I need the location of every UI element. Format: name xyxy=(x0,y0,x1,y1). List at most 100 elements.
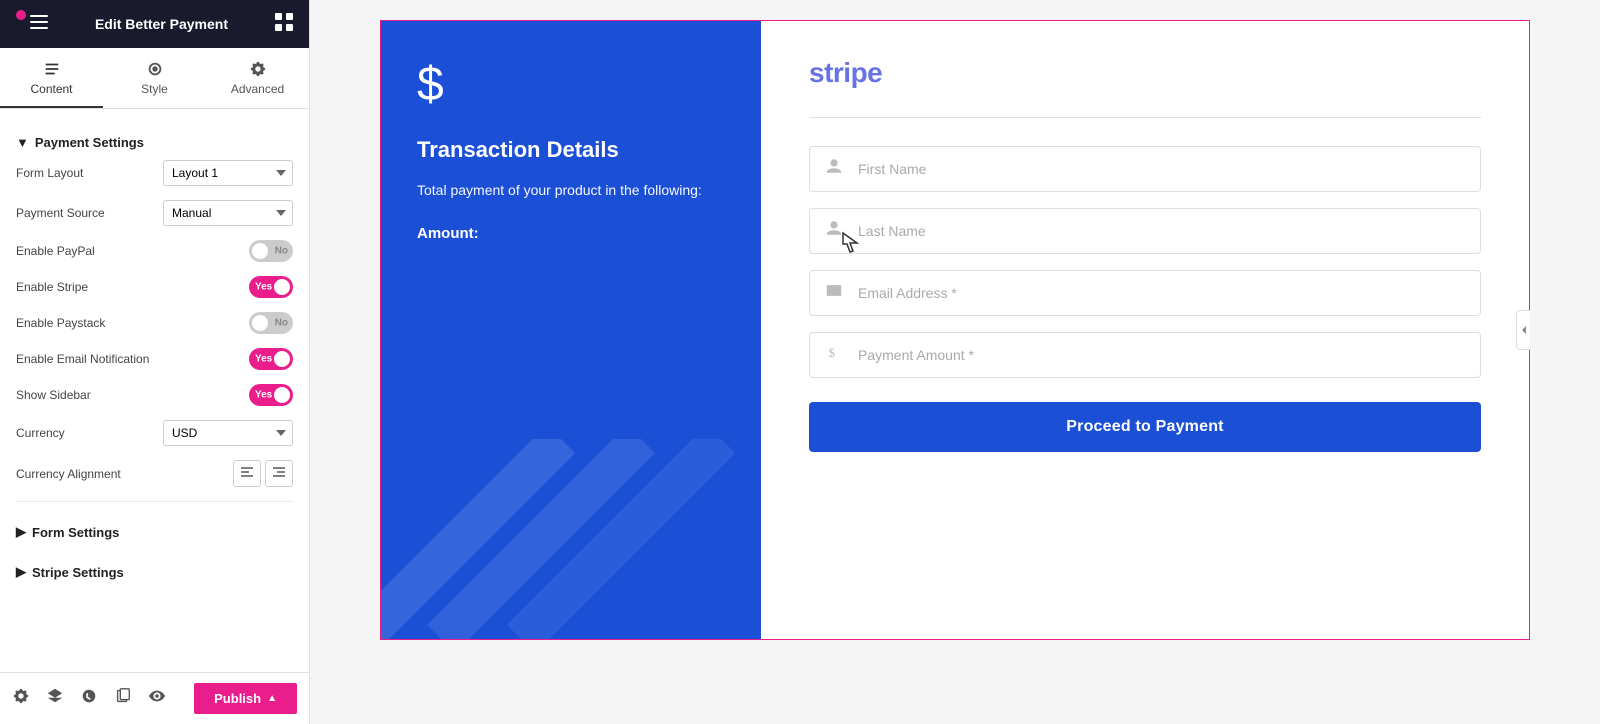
paystack-no-label: No xyxy=(275,318,288,329)
blue-panel: $ Transaction Details Total payment of y… xyxy=(381,21,761,639)
tab-advanced-label: Advanced xyxy=(231,82,284,96)
form-settings-label: Form Settings xyxy=(32,525,119,540)
email-field xyxy=(809,270,1481,316)
tab-style[interactable]: Style xyxy=(103,48,206,108)
stripe-yes-label: Yes xyxy=(255,282,272,293)
show-sidebar-label: Show Sidebar xyxy=(16,388,91,402)
user-icon-last xyxy=(825,220,843,243)
tab-advanced[interactable]: Advanced xyxy=(206,48,309,108)
form-settings-section: ▶ Form Settings xyxy=(16,514,293,550)
email-input[interactable] xyxy=(809,270,1481,316)
status-dot xyxy=(16,10,26,20)
sidebar-content-area: ▼ Payment Settings Form Layout Layout 1 … xyxy=(0,109,309,672)
form-layout-label: Form Layout xyxy=(16,166,83,180)
paypal-no-label: No xyxy=(275,246,288,257)
user-icon-first xyxy=(825,158,843,181)
payment-source-row: Payment Source Manual Auto xyxy=(16,200,293,226)
main-preview-area: $ Transaction Details Total payment of y… xyxy=(310,0,1600,724)
enable-paypal-row: Enable PayPal No xyxy=(16,240,293,262)
paystack-track[interactable]: No xyxy=(249,312,293,334)
amount-label: Amount: xyxy=(417,225,725,242)
align-left-icon xyxy=(240,465,254,479)
sidebar-tabs: Content Style Advanced xyxy=(0,48,309,109)
publish-label: Publish xyxy=(214,691,261,706)
stripe-divider xyxy=(809,117,1481,118)
enable-email-notification-toggle[interactable]: Yes xyxy=(249,348,293,370)
first-name-input[interactable] xyxy=(809,146,1481,192)
sidebar-header: Edit Better Payment xyxy=(0,0,309,48)
show-sidebar-track[interactable]: Yes xyxy=(249,384,293,406)
form-settings-header[interactable]: ▶ Form Settings xyxy=(16,514,293,550)
svg-text:$: $ xyxy=(829,346,835,360)
currency-alignment-row: Currency Alignment xyxy=(16,460,293,487)
enable-email-notification-label: Enable Email Notification xyxy=(16,352,149,366)
tab-style-label: Style xyxy=(141,82,168,96)
history-bottom-icon[interactable] xyxy=(80,687,98,710)
enable-stripe-toggle[interactable]: Yes xyxy=(249,276,293,298)
payment-settings-section: ▼ Payment Settings Form Layout Layout 1 … xyxy=(16,125,293,487)
payment-settings-header[interactable]: ▼ Payment Settings xyxy=(16,125,293,160)
show-sidebar-yes-label: Yes xyxy=(255,390,272,401)
dollar-icon: $ xyxy=(417,61,725,109)
show-sidebar-toggle[interactable]: Yes xyxy=(249,384,293,406)
enable-paystack-toggle[interactable]: No xyxy=(249,312,293,334)
enable-paypal-label: Enable PayPal xyxy=(16,244,95,258)
currency-alignment-label: Currency Alignment xyxy=(16,467,121,481)
payment-amount-field: $ xyxy=(809,332,1481,378)
stripe-settings-section: ▶ Stripe Settings xyxy=(16,554,293,590)
transaction-title: Transaction Details xyxy=(417,137,725,163)
tab-content[interactable]: Content xyxy=(0,48,103,108)
currency-row: Currency USD EUR GBP xyxy=(16,420,293,446)
stripe-logo: stripe xyxy=(809,57,1481,89)
payment-amount-input[interactable] xyxy=(809,332,1481,378)
sidebar: Edit Better Payment Content Style Advanc… xyxy=(0,0,310,724)
hamburger-icon[interactable] xyxy=(30,15,48,29)
collapse-arrow-icon: ▼ xyxy=(16,135,29,150)
align-right-icon xyxy=(272,465,286,479)
last-name-field xyxy=(809,208,1481,254)
form-layout-select[interactable]: Layout 1 Layout 2 Layout 3 xyxy=(163,160,293,186)
show-sidebar-thumb xyxy=(274,387,290,403)
first-name-field xyxy=(809,146,1481,192)
form-settings-arrow: ▶ xyxy=(16,524,26,540)
currency-select[interactable]: USD EUR GBP xyxy=(163,420,293,446)
align-left-button[interactable] xyxy=(233,460,261,487)
proceed-to-payment-button[interactable]: Proceed to Payment xyxy=(809,402,1481,452)
paystack-thumb xyxy=(252,315,268,331)
stripe-settings-header[interactable]: ▶ Stripe Settings xyxy=(16,554,293,590)
transaction-description: Total payment of your product in the fol… xyxy=(417,179,725,201)
page-title: Edit Better Payment xyxy=(95,16,228,32)
blue-panel-decoration xyxy=(381,439,761,639)
currency-alignment-buttons xyxy=(233,460,293,487)
paypal-track[interactable]: No xyxy=(249,240,293,262)
collapse-handle[interactable] xyxy=(1516,310,1530,350)
style-icon xyxy=(146,60,164,78)
email-notification-thumb xyxy=(274,351,290,367)
duplicate-bottom-icon[interactable] xyxy=(114,687,132,710)
widget-wrapper: $ Transaction Details Total payment of y… xyxy=(380,20,1530,640)
payment-source-label: Payment Source xyxy=(16,206,105,220)
enable-paypal-toggle[interactable]: No xyxy=(249,240,293,262)
stripe-track[interactable]: Yes xyxy=(249,276,293,298)
grid-icon[interactable] xyxy=(275,13,293,36)
email-notification-track[interactable]: Yes xyxy=(249,348,293,370)
enable-email-notification-row: Enable Email Notification Yes xyxy=(16,348,293,370)
settings-bottom-icon[interactable] xyxy=(12,687,30,710)
gear-icon xyxy=(249,60,267,78)
form-panel: stripe xyxy=(761,21,1529,639)
layers-bottom-icon[interactable] xyxy=(46,687,64,710)
align-right-button[interactable] xyxy=(265,460,293,487)
stripe-thumb xyxy=(274,279,290,295)
dollar-field-icon: $ xyxy=(825,344,843,367)
sidebar-bottom-bar: Publish ▲ xyxy=(0,672,309,724)
last-name-input[interactable] xyxy=(809,208,1481,254)
enable-paystack-label: Enable Paystack xyxy=(16,316,105,330)
content-icon xyxy=(43,60,61,78)
eye-bottom-icon[interactable] xyxy=(148,687,166,710)
bottom-icons-group xyxy=(12,687,166,710)
email-notification-yes-label: Yes xyxy=(255,354,272,365)
tab-content-label: Content xyxy=(30,82,72,96)
publish-button[interactable]: Publish ▲ xyxy=(194,683,297,714)
payment-source-select[interactable]: Manual Auto xyxy=(163,200,293,226)
email-icon xyxy=(825,282,843,305)
